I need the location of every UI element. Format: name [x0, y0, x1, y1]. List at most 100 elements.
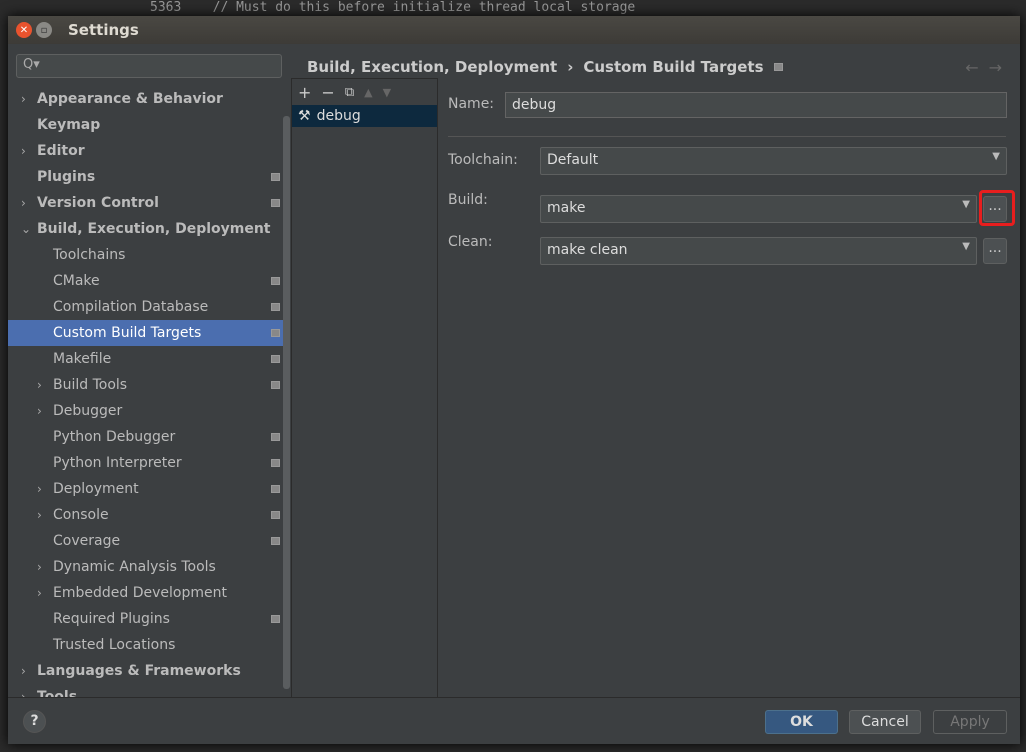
tree-item-label: Languages & Frameworks [37, 663, 241, 679]
tree-item[interactable]: Coverage [8, 528, 290, 554]
chevron-right-icon[interactable]: › [37, 586, 42, 600]
tree-item-label: Custom Build Targets [53, 325, 202, 341]
tree-item[interactable]: › Editor [8, 138, 290, 164]
chevron-right-icon[interactable]: › [21, 196, 26, 210]
minimize-window-button[interactable]: ▫ [36, 22, 52, 38]
build-label: Build: [448, 192, 488, 208]
tree-item[interactable]: ⌄ Build, Execution, Deployment [8, 216, 290, 242]
copy-icon[interactable]: ⧉ [345, 85, 354, 100]
project-settings-icon [271, 173, 280, 181]
move-up-icon[interactable]: ▲ [364, 86, 372, 99]
settings-tree: › Appearance & Behavior Keymap › Editor Plugi… [8, 86, 290, 697]
target-item-debug[interactable]: ⚒ debug [292, 105, 437, 127]
title-bar: ✕ ▫ Settings [8, 16, 1020, 44]
chevron-right-icon[interactable]: › [37, 508, 42, 522]
chevron-down-icon[interactable]: ⌄ [21, 222, 31, 236]
tree-item[interactable]: › Version Control [8, 190, 290, 216]
tree-item[interactable]: Python Debugger [8, 424, 290, 450]
tree-item[interactable]: Custom Build Targets [8, 320, 290, 346]
tree-item-label: Debugger [53, 403, 123, 419]
tree-item[interactable]: Python Interpreter [8, 450, 290, 476]
close-window-button[interactable]: ✕ [16, 22, 32, 38]
breadcrumb-current: Custom Build Targets [583, 58, 764, 76]
cancel-button[interactable]: Cancel [849, 710, 921, 734]
window-title: Settings [68, 21, 139, 39]
project-settings-icon [271, 511, 280, 519]
clean-select[interactable]: make clean ▼ [540, 237, 977, 265]
project-settings-icon [271, 329, 280, 337]
tree-item-label: Dynamic Analysis Tools [53, 559, 216, 575]
sidebar-scrollbar[interactable] [283, 116, 290, 689]
tree-item[interactable]: Plugins [8, 164, 290, 190]
name-input[interactable]: debug [505, 92, 1007, 118]
name-label: Name: [448, 96, 495, 112]
tree-item[interactable]: › Console [8, 502, 290, 528]
chevron-right-icon[interactable]: › [37, 404, 42, 418]
tree-item-label: Required Plugins [53, 611, 170, 627]
breadcrumb-separator: › [567, 58, 574, 76]
tree-item-label: Build, Execution, Deployment [37, 221, 271, 237]
add-icon[interactable]: + [298, 83, 311, 102]
chevron-down-icon: ▼ [962, 241, 970, 252]
tree-item[interactable]: Keymap [8, 112, 290, 138]
tree-item[interactable]: › Build Tools [8, 372, 290, 398]
tree-item[interactable]: Trusted Locations [8, 632, 290, 658]
tree-item[interactable]: › Debugger [8, 398, 290, 424]
tree-item-label: Version Control [37, 195, 159, 211]
tree-item[interactable]: › Appearance & Behavior [8, 86, 290, 112]
tree-item-label: Plugins [37, 169, 96, 185]
toolchain-select[interactable]: Default ▼ [540, 147, 1007, 175]
project-settings-icon [271, 199, 280, 207]
tree-item[interactable]: Toolchains [8, 242, 290, 268]
search-input[interactable]: Q▾ [16, 54, 282, 78]
breadcrumb-parent[interactable]: Build, Execution, Deployment [307, 58, 557, 76]
back-arrow-icon[interactable]: ← [965, 58, 978, 77]
chevron-right-icon[interactable]: › [37, 560, 42, 574]
tree-item[interactable]: › Languages & Frameworks [8, 658, 290, 684]
help-button[interactable]: ? [23, 710, 46, 733]
tree-item[interactable]: › Deployment [8, 476, 290, 502]
background-editor-code: 5363 // Must do this before initialize t… [150, 0, 636, 15]
chevron-right-icon[interactable]: › [21, 144, 26, 158]
chevron-right-icon[interactable]: › [37, 378, 42, 392]
tree-item-label: Deployment [53, 481, 139, 497]
tree-item-label: Console [53, 507, 109, 523]
breadcrumb: Build, Execution, Deployment › Custom Bu… [307, 58, 783, 76]
apply-button[interactable]: Apply [933, 710, 1007, 734]
tools-icon: ⚒ [298, 108, 311, 124]
tree-item[interactable]: Compilation Database [8, 294, 290, 320]
tree-item[interactable]: Required Plugins [8, 606, 290, 632]
clean-value: make clean [547, 242, 628, 258]
tree-item-label: Embedded Development [53, 585, 227, 601]
tree-item[interactable]: Makefile [8, 346, 290, 372]
tree-item-label: Tools [37, 689, 78, 697]
build-select[interactable]: make ▼ [540, 195, 977, 223]
clean-label: Clean: [448, 234, 493, 250]
forward-arrow-icon[interactable]: → [989, 58, 1002, 77]
chevron-right-icon[interactable]: › [21, 690, 26, 697]
tree-item[interactable]: CMake [8, 268, 290, 294]
project-settings-icon [271, 459, 280, 467]
navigation: ← → [965, 58, 1002, 77]
separator [448, 136, 1006, 137]
chevron-down-icon: ▼ [992, 151, 1000, 162]
move-down-icon[interactable]: ▼ [383, 86, 391, 99]
tree-item-label: Coverage [53, 533, 121, 549]
tree-item[interactable]: › Dynamic Analysis Tools [8, 554, 290, 580]
ok-button[interactable]: OK [765, 710, 838, 734]
tree-item[interactable]: › Embedded Development [8, 580, 290, 606]
tree-item-label: Trusted Locations [53, 637, 176, 653]
tree-item-label: Python Interpreter [53, 455, 182, 471]
clean-browse-button[interactable]: ... [983, 238, 1007, 264]
chevron-right-icon[interactable]: › [21, 92, 26, 106]
targets-toolbar: + − ⧉ ▲ ▼ [292, 79, 437, 105]
project-settings-icon [773, 63, 783, 71]
tree-item[interactable]: › Tools [8, 684, 290, 697]
project-settings-icon [271, 277, 280, 285]
tree-item-label: Compilation Database [53, 299, 209, 315]
build-value: make [547, 200, 586, 216]
tree-item-label: Editor [37, 143, 85, 159]
chevron-right-icon[interactable]: › [21, 664, 26, 678]
chevron-right-icon[interactable]: › [37, 482, 42, 496]
remove-icon[interactable]: − [321, 83, 334, 102]
